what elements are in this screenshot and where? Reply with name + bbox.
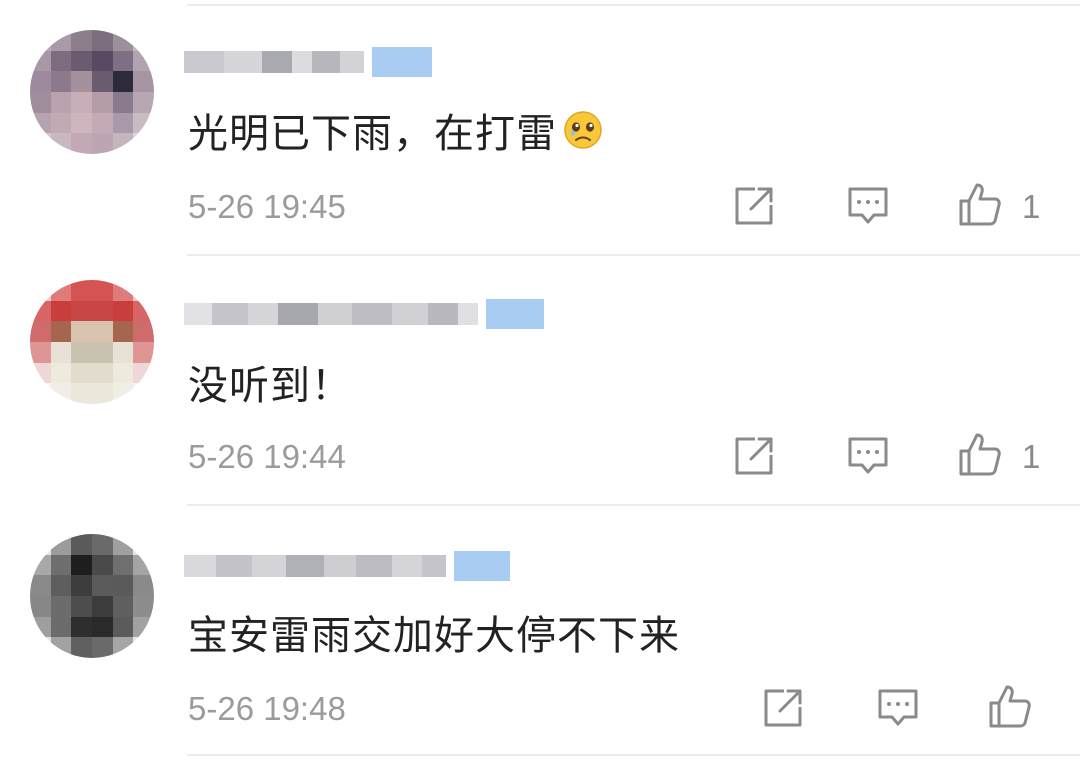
avatar[interactable]	[30, 280, 154, 404]
comment-text: 没听到！	[188, 352, 352, 412]
divider	[187, 754, 1080, 756]
reply-icon	[878, 689, 918, 726]
comment-feed: 光明已下雨，在打雷 5-26 19:45 1 没听到！ 5-26 19:44 1…	[0, 0, 1080, 764]
comment-text-content: 宝安雷雨交加好大停不下来	[188, 613, 680, 659]
avatar[interactable]	[30, 534, 154, 658]
reply-button[interactable]	[875, 685, 921, 731]
thumbs-up-icon	[959, 183, 1001, 226]
user-level-badge	[454, 551, 510, 581]
share-icon	[735, 437, 773, 475]
thumbs-up-icon	[989, 685, 1031, 728]
user-level-badge	[372, 47, 432, 77]
username-blurred[interactable]	[184, 546, 510, 586]
share-button[interactable]	[731, 183, 777, 229]
like-button[interactable]	[987, 683, 1033, 729]
comment-timestamp: 5-26 19:48	[188, 690, 346, 727]
like-button[interactable]	[957, 431, 1003, 477]
reply-icon	[848, 437, 888, 474]
share-button[interactable]	[731, 433, 777, 479]
thumbs-up-icon	[959, 433, 1001, 476]
share-icon	[764, 689, 802, 727]
comment-item: 没听到！ 5-26 19:44 1	[0, 252, 1080, 502]
reply-button[interactable]	[845, 433, 891, 479]
reply-icon	[848, 187, 888, 224]
comment-text-content: 没听到！	[188, 363, 352, 409]
username-blurred[interactable]	[184, 42, 432, 82]
comment-text-content: 光明已下雨，在打雷	[188, 111, 557, 157]
comment-timestamp: 5-26 19:45	[188, 188, 346, 225]
user-level-badge	[486, 299, 544, 329]
share-icon	[735, 187, 773, 225]
share-button[interactable]	[760, 685, 806, 731]
avatar[interactable]	[30, 30, 154, 154]
username-blurred[interactable]	[184, 294, 544, 334]
comment-item: 光明已下雨，在打雷 5-26 19:45 1	[0, 0, 1080, 250]
reply-button[interactable]	[845, 183, 891, 229]
comment-text: 宝安雷雨交加好大停不下来	[188, 602, 680, 662]
like-button[interactable]	[957, 181, 1003, 227]
comment-item: 宝安雷雨交加好大停不下来 5-26 19:48	[0, 504, 1080, 754]
like-count: 1	[1022, 438, 1041, 475]
comment-text: 光明已下雨，在打雷	[188, 100, 603, 160]
like-count: 1	[1022, 188, 1041, 225]
crying-face-emoji	[563, 110, 603, 150]
comment-timestamp: 5-26 19:44	[188, 438, 346, 475]
